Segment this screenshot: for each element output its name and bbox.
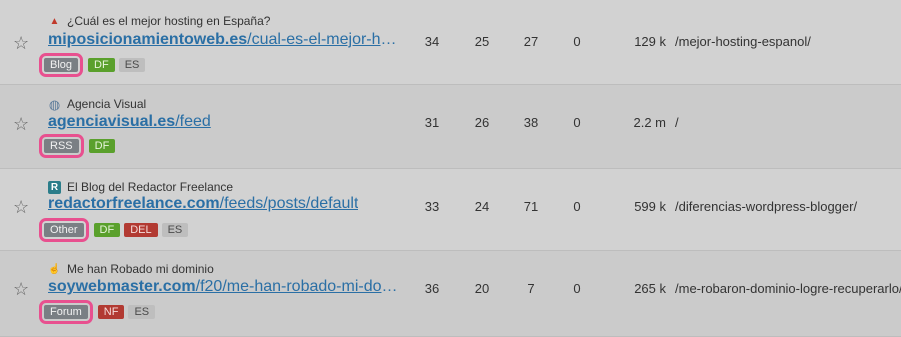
url-path: /feed: [175, 113, 211, 130]
metric-1: 36: [424, 281, 440, 296]
metric-1: 31: [424, 115, 440, 130]
del-badge: DEL: [124, 223, 158, 237]
type-badge: Other: [39, 218, 89, 242]
hand-icon: ☝: [48, 263, 61, 275]
star-icon[interactable]: ☆: [13, 115, 29, 133]
type-badge: RSS: [39, 134, 84, 158]
row-url-link[interactable]: soywebmaster.com/f20/me-han-robado-mi-do…: [48, 277, 403, 297]
row-url-link[interactable]: agenciavisual.es/feed: [48, 112, 211, 132]
r-logo-icon: R: [48, 180, 61, 194]
type-badge: Blog: [38, 53, 84, 77]
language-badge: ES: [128, 305, 156, 319]
url-path: /f20/me-han-robado-mi-domini…: [195, 278, 403, 295]
row-title: ◍ Agencia Visual: [48, 97, 146, 111]
tag-list: Forum NF ES: [39, 300, 159, 324]
df-badge: DF: [88, 58, 115, 72]
metric-3: 38: [523, 115, 539, 130]
row-url-link[interactable]: redactorfreelance.com/feeds/posts/defaul…: [48, 194, 358, 214]
target-path[interactable]: /me-robaron-dominio-logre-recuperarlo/: [675, 281, 901, 296]
nf-badge: NF: [97, 305, 125, 319]
traffic-value: 129 k: [634, 34, 666, 49]
metric-2: 20: [474, 281, 490, 296]
row-title-text: El Blog del Redactor Freelance: [67, 180, 234, 194]
row-title: ▲ ¿Cuál es el mejor hosting en España?: [48, 14, 271, 28]
table-row: ☆ R El Blog del Redactor Freelance redac…: [0, 169, 901, 251]
hat-icon: ▲: [49, 15, 60, 27]
star-icon[interactable]: ☆: [13, 198, 29, 216]
backlinks-table: ☆ ▲ ¿Cuál es el mejor hosting en España?…: [0, 0, 901, 337]
metric-4: 0: [573, 199, 581, 214]
traffic-value: 599 k: [634, 199, 666, 214]
row-title: R El Blog del Redactor Freelance: [48, 180, 233, 194]
star-icon[interactable]: ☆: [13, 280, 29, 298]
metric-4: 0: [573, 115, 581, 130]
url-domain: agenciavisual.es: [48, 113, 176, 130]
metric-4: 0: [573, 34, 581, 49]
traffic-value: 2.2 m: [633, 115, 666, 130]
metric-4: 0: [573, 281, 581, 296]
url-path: /feeds/posts/default: [219, 195, 359, 212]
metric-3: 71: [523, 199, 539, 214]
row-title-text: Agencia Visual: [67, 97, 147, 111]
metric-3: 7: [527, 281, 535, 296]
tag-list: Other DF DEL ES: [39, 218, 192, 242]
metric-2: 26: [474, 115, 490, 130]
table-row: ☆ ▲ ¿Cuál es el mejor hosting en España?…: [0, 0, 901, 85]
target-path[interactable]: /: [675, 115, 679, 130]
df-badge: DF: [88, 139, 116, 153]
url-domain: redactorfreelance.com: [48, 195, 220, 212]
traffic-value: 265 k: [634, 281, 666, 296]
row-title-text: Me han Robado mi dominio: [67, 262, 214, 276]
df-badge: DF: [93, 223, 121, 237]
star-icon[interactable]: ☆: [13, 34, 29, 52]
table-row: ☆ ◍ Agencia Visual agenciavisual.es/feed…: [0, 85, 901, 169]
type-badge: Forum: [39, 300, 93, 324]
metric-1: 34: [424, 34, 440, 49]
tag-list: RSS DF: [39, 134, 119, 158]
target-path[interactable]: /mejor-hosting-espanol/: [675, 34, 811, 49]
metric-2: 25: [474, 34, 490, 49]
language-badge: ES: [161, 223, 189, 237]
metric-2: 24: [474, 199, 490, 214]
target-path[interactable]: /diferencias-wordpress-blogger/: [675, 199, 857, 214]
url-domain: miposicionamientoweb.es: [48, 31, 248, 48]
row-title-text: ¿Cuál es el mejor hosting en España?: [67, 14, 271, 28]
url-path: /cual-es-el-mejor-hostin…: [247, 31, 403, 48]
url-domain: soywebmaster.com: [48, 278, 196, 295]
table-row: ☆ ☝ Me han Robado mi dominio soywebmaste…: [0, 251, 901, 337]
row-url-link[interactable]: miposicionamientoweb.es/cual-es-el-mejor…: [48, 30, 403, 50]
metric-1: 33: [424, 199, 440, 214]
language-badge: ES: [118, 58, 146, 72]
globe-icon: ◍: [48, 96, 61, 112]
row-title: ☝ Me han Robado mi dominio: [48, 262, 214, 276]
tag-list: Blog DF ES: [38, 53, 149, 77]
metric-3: 27: [523, 34, 539, 49]
